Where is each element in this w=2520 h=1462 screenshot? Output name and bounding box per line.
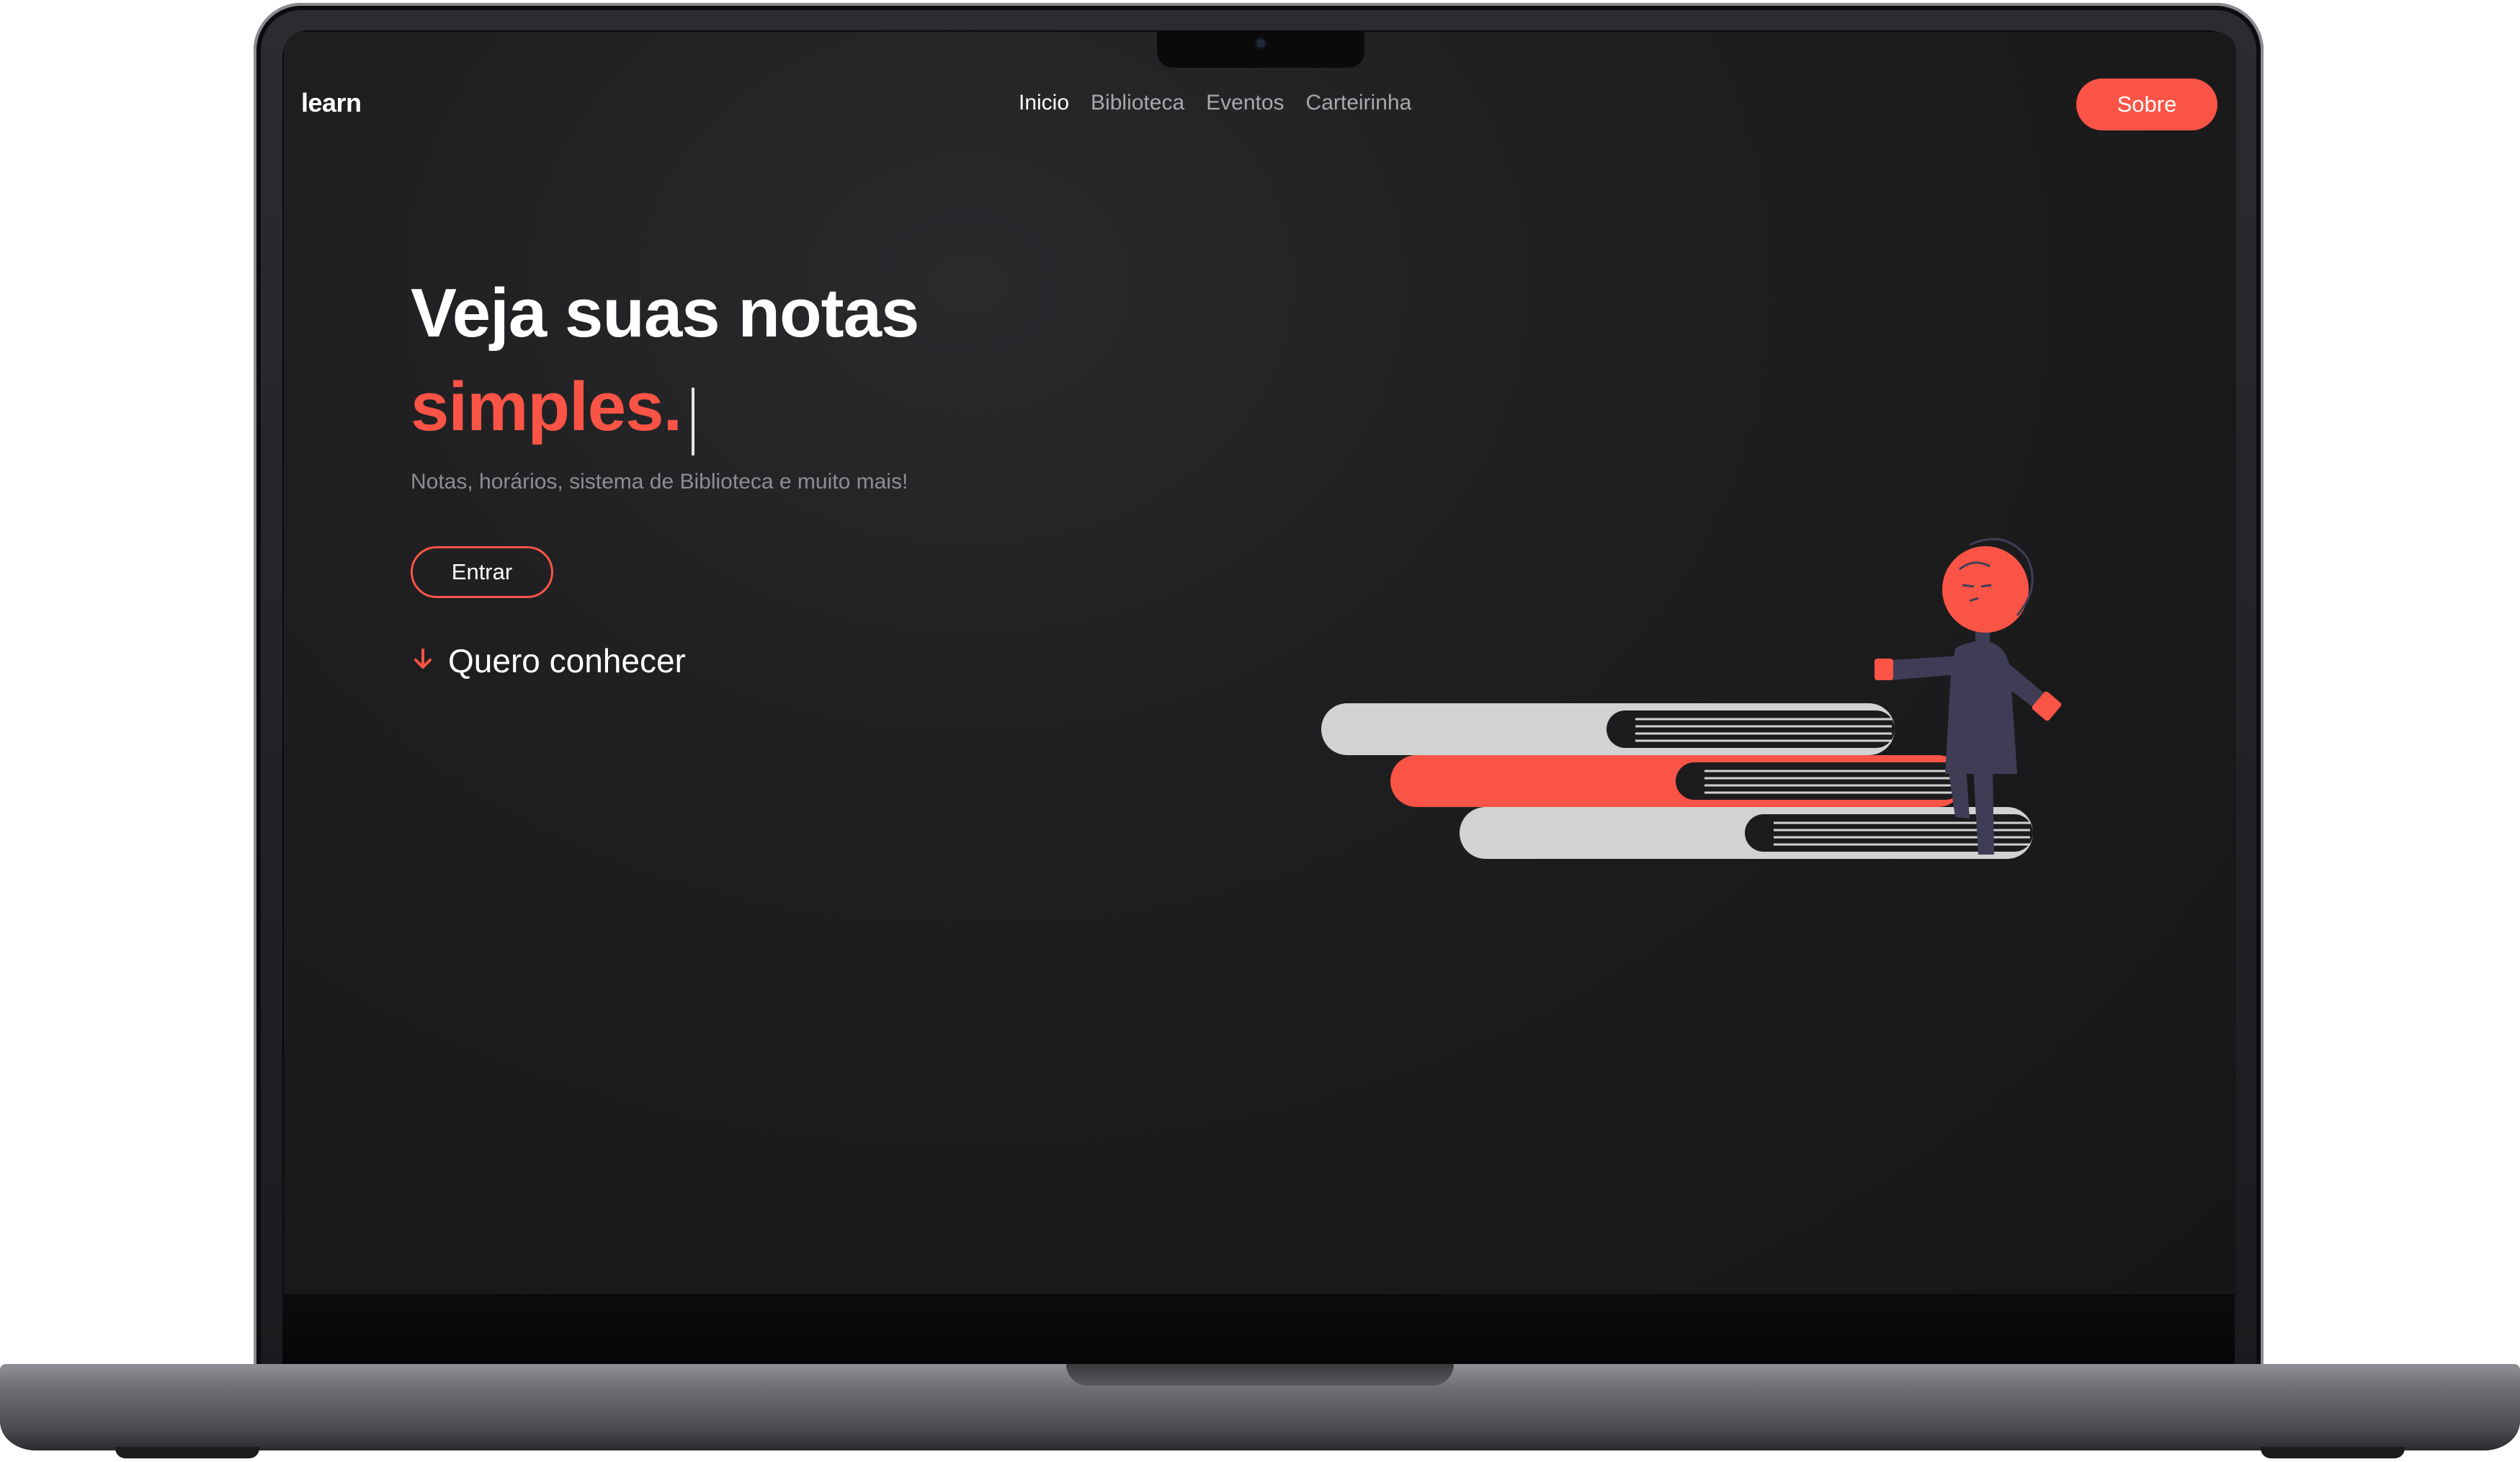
main-nav: Inicio Biblioteca Eventos Carteirinha (1019, 91, 1411, 115)
quero-conhecer-link[interactable]: Quero conhecer (414, 641, 686, 680)
arrow-down-icon (414, 648, 432, 674)
laptop-opening-lip (1066, 1364, 1454, 1386)
webcam-icon (1256, 39, 1265, 48)
laptop-bezel-bottom (282, 1297, 2235, 1365)
nav-link-carteirinha[interactable]: Carteirinha (1306, 91, 1412, 115)
macbook-mockup: learn Inicio Biblioteca Eventos Carteiri… (0, 0, 2520, 1462)
laptop-foot-left (115, 1447, 259, 1458)
quero-conhecer-label: Quero conhecer (448, 642, 686, 679)
entrar-button[interactable]: Entrar (411, 546, 553, 598)
hero-accent-word: simples. (411, 368, 682, 445)
nav-link-inicio[interactable]: Inicio (1019, 91, 1069, 115)
typing-caret (692, 388, 694, 455)
book-bottom-icon (1460, 807, 2033, 859)
book-middle-icon (1390, 755, 1964, 807)
brand-logo[interactable]: learn (301, 88, 362, 118)
laptop-screen: learn Inicio Biblioteca Eventos Carteiri… (284, 32, 2236, 1294)
book-top-icon (1321, 703, 1895, 755)
hero-subtitle: Notas, horários, sistema de Biblioteca e… (411, 470, 908, 494)
camera-notch (1157, 30, 1364, 68)
nav-link-eventos[interactable]: Eventos (1206, 91, 1284, 115)
laptop-foot-right (2261, 1447, 2405, 1458)
nav-link-biblioteca[interactable]: Biblioteca (1091, 91, 1184, 115)
hero-title: Veja suas notas (411, 275, 919, 352)
books-illustration (1321, 538, 2062, 859)
sobre-button[interactable]: Sobre (2076, 79, 2217, 130)
